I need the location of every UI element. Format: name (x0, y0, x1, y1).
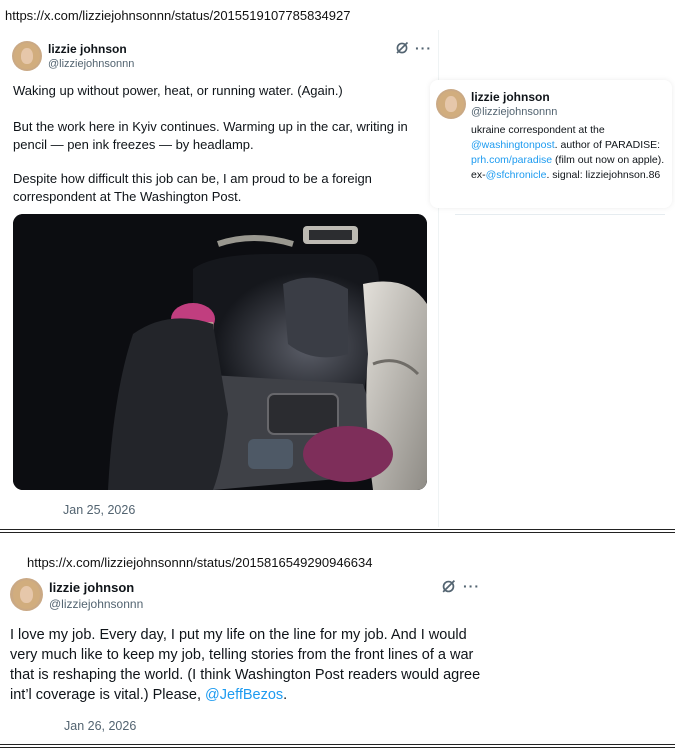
tweet1-paragraph-3: Despite how difficult this job can be, I… (13, 171, 372, 204)
screenshot-separator-bottom-2 (0, 747, 675, 748)
bio-link-paradise[interactable]: prh.com/paradise (471, 154, 552, 166)
tweet2-body-end: . (283, 687, 288, 703)
screenshot-separator-top (0, 529, 675, 530)
grok-icon[interactable] (441, 579, 456, 597)
bio-link-washingtonpost[interactable]: @washingtonpost (471, 139, 555, 151)
card-bottom-divider (455, 214, 665, 215)
tweet2-text: I love my job. Every day, I put my life … (10, 625, 486, 705)
tweet1-paragraph-2: But the work here in Kyiv continues. War… (13, 119, 408, 152)
tweet1-date[interactable]: Jan 25, 2026 (63, 503, 135, 517)
tweet2-avatar[interactable] (10, 578, 43, 611)
profile-card-handle[interactable]: @lizziejohnsonnn (471, 106, 557, 118)
bio-text-1: ukraine correspondent at the (471, 124, 605, 136)
tweet1-url: https://x.com/lizziejohnsonnn/status/201… (5, 8, 351, 23)
tweet1-photo[interactable] (13, 214, 427, 490)
tweet1-author-name[interactable]: lizzie johnson (48, 42, 127, 56)
more-icon[interactable]: ··· (463, 578, 480, 594)
screenshot-separator-top-2 (0, 532, 675, 533)
profile-card-bio: ukraine correspondent at the @washington… (471, 123, 671, 183)
tweet2-author-name[interactable]: lizzie johnson (49, 580, 134, 595)
tweet2-date[interactable]: Jan 26, 2026 (64, 719, 136, 733)
tweet2-url: https://x.com/lizziejohnsonnn/status/201… (27, 555, 373, 570)
tweet1-avatar[interactable] (12, 41, 42, 71)
more-icon[interactable]: ··· (415, 40, 432, 56)
bio-link-sfchronicle[interactable]: @sfchronicle (486, 169, 547, 181)
bio-text-4: . signal: lizziejohnson.86 (546, 169, 661, 181)
tweet2-author-handle[interactable]: @lizziejohnsonnn (49, 597, 143, 611)
mention-jeffbezos[interactable]: @JeffBezos (205, 687, 283, 703)
screenshot-separator-bottom (0, 744, 675, 745)
tweet1-author-handle[interactable]: @lizziejohnsonnn (48, 58, 134, 70)
profile-card-name[interactable]: lizzie johnson (471, 90, 550, 104)
tweet1-paragraph-1: Waking up without power, heat, or runnin… (13, 83, 343, 98)
profile-card-avatar[interactable] (436, 89, 466, 119)
bio-text-2: . author of PARADISE: (554, 139, 661, 151)
grok-icon[interactable] (395, 41, 409, 58)
